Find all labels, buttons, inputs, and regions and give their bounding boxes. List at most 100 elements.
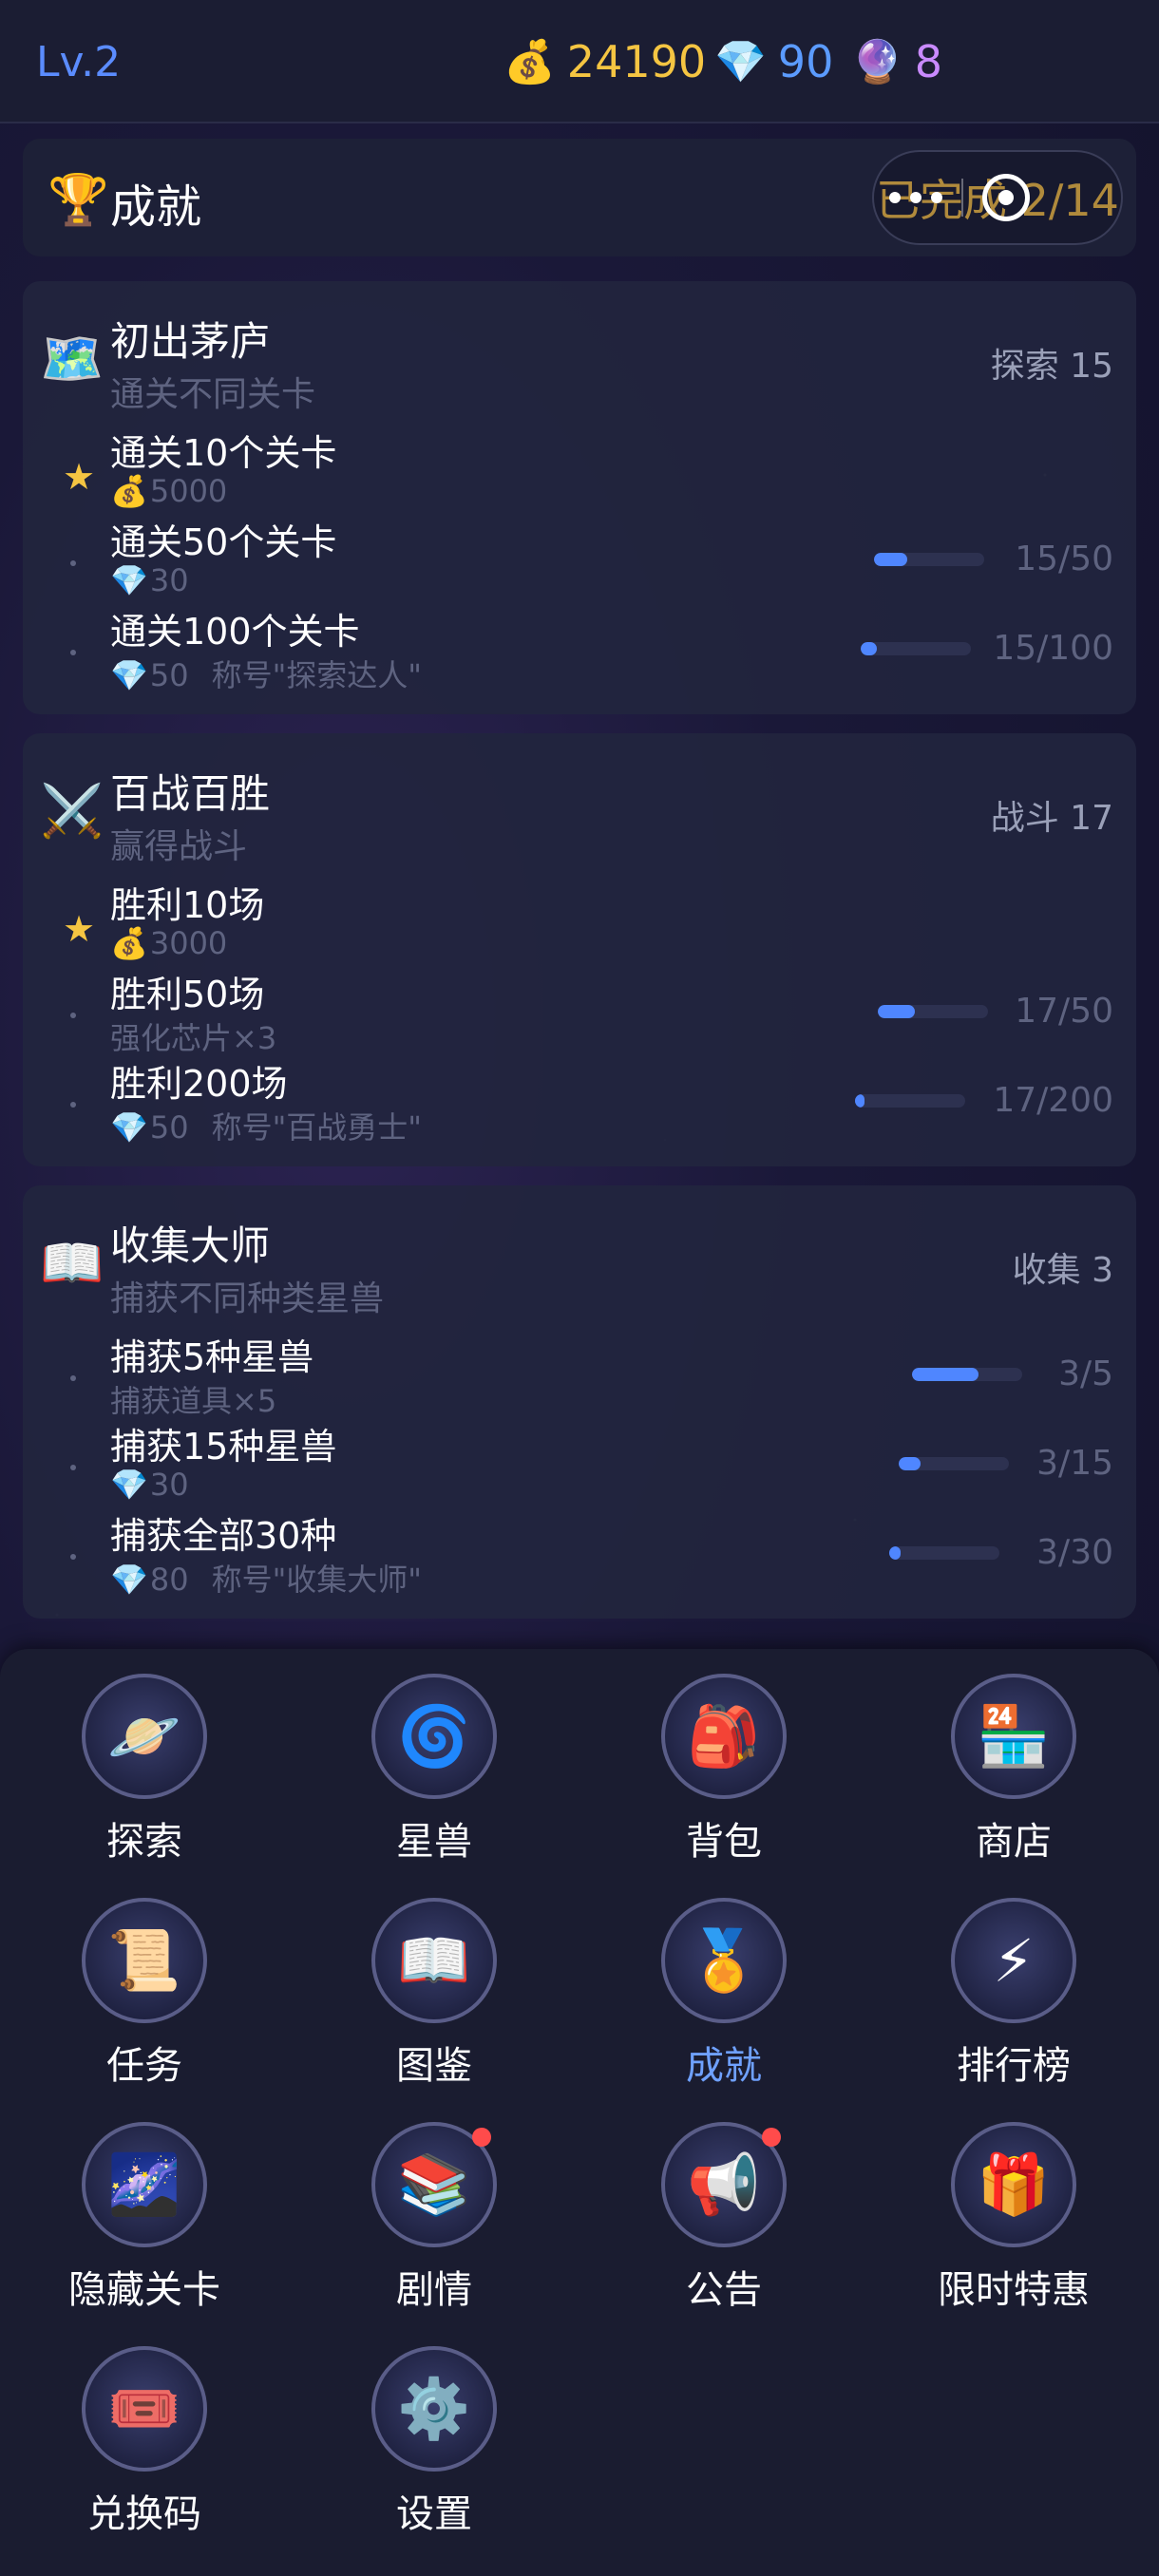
menu-item-shop[interactable]: 🏪 商店: [919, 1674, 1109, 1866]
open-book-icon: 📖: [40, 1233, 104, 1293]
progress-text: 17/200: [993, 1081, 1113, 1120]
coin-amount: 24190: [566, 36, 707, 87]
tier-reward: 💎30: [110, 562, 189, 598]
tier-name: 捕获15种星兽: [110, 1426, 337, 1468]
tier-row: 通关50个关卡 💎30 15/50: [23, 513, 1136, 602]
menu-label: 设置: [396, 2492, 472, 2536]
menu-item-quests[interactable]: 📜 任务: [49, 1898, 239, 2090]
page-title: 成就: [110, 180, 202, 234]
crystal-ball-icon: 🔮: [851, 38, 903, 86]
menu-item-limited-offer[interactable]: 🎁 限时特惠: [919, 2122, 1109, 2314]
achievement-icon[interactable]: 🏅: [661, 1898, 787, 2023]
progress-text: 3/30: [1036, 1533, 1113, 1572]
achievement-card: 🗺️ 初出茅庐 通关不同关卡 探索 15 ★ 通关10个关卡 💰5000 通关5…: [23, 281, 1136, 714]
tier-name: 胜利50场: [110, 974, 265, 1015]
planet-icon[interactable]: 🪐: [82, 1674, 207, 1799]
top-status-bar: Lv.2 💰 24190 💎 90 🔮 8: [0, 0, 1159, 123]
menu-item-announcements[interactable]: 📢 公告: [629, 2122, 819, 2314]
shop-icon[interactable]: 🏪: [951, 1674, 1076, 1799]
orb-counter: 🔮 8: [851, 36, 942, 87]
leaderboard-icon[interactable]: ⚡: [951, 1898, 1076, 2023]
player-level: Lv.2: [36, 38, 122, 86]
progress-text: 15/100: [993, 629, 1113, 668]
menu-item-settings[interactable]: ⚙️ 设置: [339, 2346, 529, 2538]
coin-bag-icon: 💰: [504, 38, 556, 86]
tier-dot: [70, 1102, 76, 1108]
progress-text: 3/5: [1058, 1354, 1113, 1393]
diamond-icon: 💎: [714, 38, 767, 86]
gear-icon[interactable]: ⚙️: [371, 2346, 497, 2472]
close-target-icon[interactable]: [982, 174, 1030, 221]
diamond-icon: 💎: [110, 1109, 148, 1146]
menu-item-star-beast[interactable]: 🌀 星兽: [339, 1674, 529, 1866]
diamond-icon: 💎: [110, 657, 148, 693]
progress-bar: [861, 642, 971, 655]
menu-label: 排行榜: [957, 2044, 1071, 2088]
menu-item-explore[interactable]: 🪐 探索: [49, 1674, 239, 1866]
menu-label: 成就: [686, 2044, 762, 2088]
tier-dot: [70, 1465, 76, 1470]
book-icon[interactable]: 📖: [371, 1898, 497, 2023]
menu-item-achievements[interactable]: 🏅 成就: [629, 1898, 819, 2090]
tier-reward: 强化芯片×3: [110, 1020, 277, 1056]
gem-counter: 💎 90: [714, 36, 833, 87]
megaphone-icon[interactable]: 📢: [661, 2122, 787, 2247]
star-icon: ★: [63, 456, 96, 498]
coin-bag-icon: 💰: [110, 473, 148, 509]
scroll-icon[interactable]: 📜: [82, 1898, 207, 2023]
progress-bar: [855, 1094, 965, 1108]
menu-item-redeem-code[interactable]: 🎟️ 兑换码: [49, 2346, 239, 2538]
achievement-category: 探索 15: [990, 347, 1113, 386]
menu-item-hidden-levels[interactable]: 🌌 隐藏关卡: [49, 2122, 239, 2314]
tier-row: 胜利200场 💎50 称号"百战勇士" 17/200: [23, 1054, 1136, 1146]
menu-label: 限时特惠: [938, 2268, 1090, 2312]
ticket-icon[interactable]: 🎟️: [82, 2346, 207, 2472]
menu-item-leaderboard[interactable]: ⚡ 排行榜: [919, 1898, 1109, 2090]
progress-text: 3/15: [1036, 1444, 1113, 1483]
achievement-subtitle: 赢得战斗: [110, 827, 248, 866]
tier-reward: 💎50 称号"百战勇士": [110, 1109, 423, 1146]
tier-name: 捕获5种星兽: [110, 1336, 314, 1378]
tier-name: 通关100个关卡: [110, 611, 360, 653]
menu-item-backpack[interactable]: 🎒 背包: [629, 1674, 819, 1866]
tier-reward: 💎30: [110, 1467, 189, 1503]
star-icon: ★: [63, 908, 96, 950]
achievement-subtitle: 捕获不同种类星兽: [110, 1279, 385, 1318]
more-dots-icon[interactable]: [889, 192, 942, 203]
menu-label: 商店: [976, 1820, 1052, 1864]
notification-badge: [472, 2128, 491, 2147]
progress-text: 17/50: [1015, 992, 1113, 1031]
menu-label: 公告: [686, 2268, 762, 2312]
diamond-icon: 💎: [110, 562, 148, 598]
story-book-icon[interactable]: 📚: [371, 2122, 497, 2247]
tier-reward: 💎80 称号"收集大师": [110, 1562, 423, 1598]
capsule-divider: [961, 179, 963, 217]
tier-name: 通关50个关卡: [110, 521, 337, 563]
gift-icon[interactable]: 🎁: [951, 2122, 1076, 2247]
star-beast-icon[interactable]: 🌀: [371, 1674, 497, 1799]
vortex-icon[interactable]: 🌌: [82, 2122, 207, 2247]
miniprogram-capsule[interactable]: [889, 173, 1030, 222]
tier-name: 捕获全部30种: [110, 1515, 337, 1557]
backpack-icon[interactable]: 🎒: [661, 1674, 787, 1799]
tier-dot: [70, 1375, 76, 1381]
coin-bag-icon: 💰: [110, 925, 148, 961]
menu-item-codex[interactable]: 📖 图鉴: [339, 1898, 529, 2090]
achievement-category: 收集 3: [1012, 1251, 1113, 1290]
achievement-subtitle: 通关不同关卡: [110, 375, 316, 414]
tier-row: 捕获5种星兽 捕获道具×5 3/5: [23, 1328, 1136, 1419]
orb-amount: 8: [914, 36, 943, 87]
main-menu-panel: 🪐 探索 🌀 星兽 🎒 背包 🏪 商店 📜 任务 📖 图鉴 🏅 成就 ⚡ 排行榜…: [0, 1649, 1159, 2576]
progress-bar: [878, 1005, 988, 1018]
achievement-title: 百战百胜: [110, 770, 271, 817]
crossed-swords-icon: ⚔️: [40, 781, 104, 841]
tier-row: ★ 胜利10场 💰3000: [23, 876, 1136, 965]
menu-item-story[interactable]: 📚 剧情: [339, 2122, 529, 2314]
tier-row: 捕获15种星兽 💎30 3/15: [23, 1417, 1136, 1506]
tier-dot: [70, 650, 76, 655]
tier-row: 胜利50场 强化芯片×3 17/50: [23, 965, 1136, 1056]
tier-dot: [70, 1554, 76, 1560]
diamond-icon: 💎: [110, 1562, 148, 1598]
menu-label: 星兽: [396, 1820, 472, 1864]
tier-name: 胜利200场: [110, 1063, 288, 1105]
